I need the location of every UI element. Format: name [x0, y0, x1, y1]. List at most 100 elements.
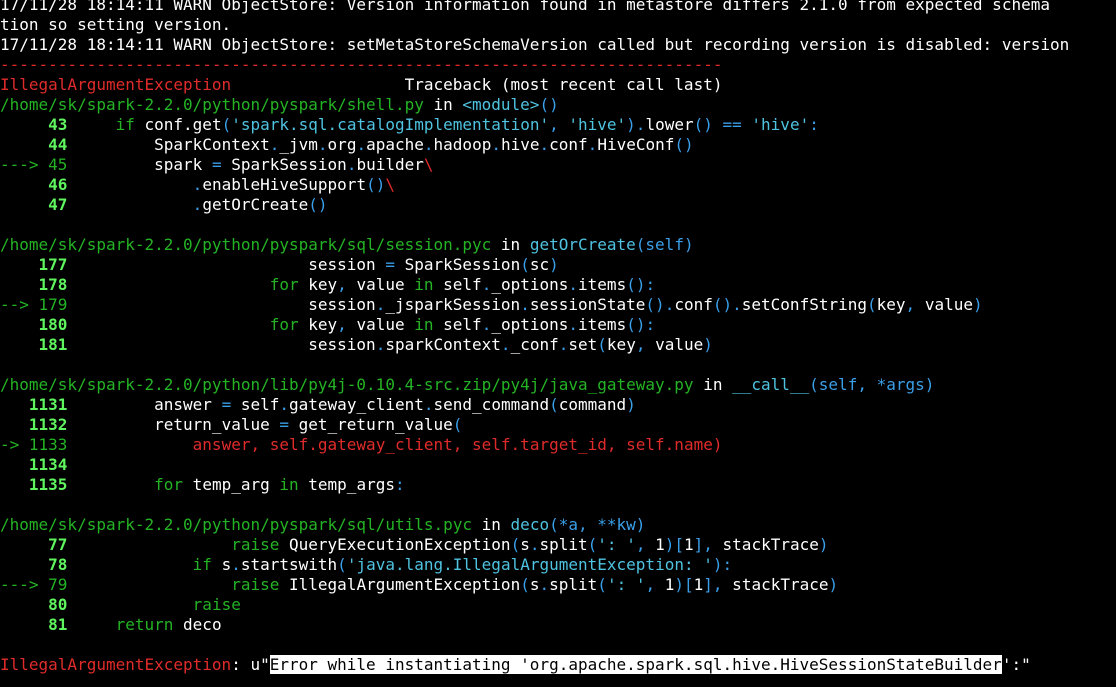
terminal-text: value — [645, 335, 704, 354]
terminal-text: (). — [645, 295, 675, 314]
terminal-text: . — [375, 335, 386, 354]
terminal-text: split — [539, 535, 588, 554]
terminal-line: 17/11/28 18:14:11 WARN ObjectStore: Vers… — [0, 0, 1116, 15]
terminal-text: () — [539, 95, 559, 114]
terminal-text: ( — [520, 255, 530, 274]
terminal-text: Traceback (most recent call last) — [231, 75, 723, 94]
terminal-text: ( — [510, 535, 521, 554]
terminal-text: ---> 45 — [0, 155, 68, 174]
terminal-text: . — [558, 335, 569, 354]
terminal-text: items — [578, 275, 627, 294]
terminal-line: IllegalArgumentException: u"Error while … — [0, 655, 1116, 675]
terminal-text: in — [472, 515, 511, 534]
terminal-text: sparkContext — [385, 335, 501, 354]
terminal-text: 181 — [0, 335, 68, 354]
terminal-text: ( — [520, 575, 530, 594]
terminal-line: 43 if conf.get('spark.sql.catalogImpleme… — [0, 115, 1116, 135]
terminal-text: conf — [549, 135, 588, 154]
terminal-output[interactable]: 17/11/28 18:14:11 WARN ObjectStore: Vers… — [0, 0, 1116, 675]
terminal-text: IllegalArgumentException — [0, 75, 232, 94]
terminal-text: if — [115, 115, 135, 134]
terminal-text: ) — [626, 395, 636, 414]
terminal-text: _conf — [510, 335, 559, 354]
terminal-text: . — [539, 575, 550, 594]
terminal-line: 177 session = SparkSession(sc) — [0, 255, 1116, 275]
terminal-text: IllegalArgumentException — [0, 655, 232, 674]
terminal-text: . — [346, 155, 357, 174]
terminal-text: ( — [549, 395, 559, 414]
terminal-text: temp_args — [298, 475, 395, 494]
terminal-text: () — [693, 115, 713, 134]
terminal-text: get_return_value — [289, 415, 453, 434]
terminal-text: ( — [221, 115, 232, 134]
terminal-text: /home/sk/spark-2.2.0/python/pyspark/shel… — [0, 95, 424, 114]
terminal-text: 47 — [0, 195, 68, 214]
terminal-text: self — [433, 315, 482, 334]
terminal-text: items — [578, 315, 627, 334]
terminal-text: session — [67, 255, 386, 274]
terminal-text: 180 — [0, 315, 68, 334]
terminal-text: IllegalArgumentException — [279, 575, 521, 594]
terminal-text: SparkSession — [394, 255, 521, 274]
terminal-text: . — [231, 555, 241, 574]
terminal-text: . — [423, 395, 434, 414]
terminal-text: == — [712, 115, 752, 134]
terminal-line: /home/sk/spark-2.2.0/python/lib/py4j-0.1… — [0, 375, 1116, 395]
terminal-text: tion so setting version. — [0, 15, 232, 34]
terminal-text: set — [568, 335, 598, 354]
terminal-text: 1131 — [0, 395, 68, 414]
terminal-text: 17/11/28 18:14:11 WARN ObjectStore: setM… — [0, 35, 1070, 54]
terminal-text: conf — [674, 295, 713, 314]
terminal-text: 1134 — [0, 455, 68, 474]
terminal-text: , — [337, 275, 347, 294]
terminal-text: in — [279, 475, 299, 494]
terminal-text: hadoop — [433, 135, 492, 154]
terminal-text: : — [394, 475, 405, 494]
terminal-text: answer — [67, 395, 222, 414]
terminal-text: 17/11/28 18:14:11 WARN ObjectStore: Vers… — [0, 0, 1050, 14]
terminal-text: ': ' — [597, 535, 636, 554]
terminal-text: . — [192, 195, 203, 214]
terminal-text: ----------------------------------------… — [0, 55, 723, 74]
terminal-text: SparkSession — [221, 155, 347, 174]
terminal-text: _options — [491, 275, 569, 294]
terminal-text: lower — [645, 115, 694, 134]
terminal-text: 44 — [0, 135, 68, 154]
terminal-text: <module> — [462, 95, 540, 114]
terminal-line: ---> 45 spark = SparkSession.builder\ — [0, 155, 1116, 175]
terminal-text: /home/sk/spark-2.2.0/python/pyspark/sql/… — [0, 235, 492, 254]
terminal-text: stackTrace — [712, 535, 819, 554]
terminal-text: raise — [231, 575, 280, 594]
terminal-text: ], — [693, 535, 713, 554]
terminal-text: stackTrace — [722, 575, 829, 594]
terminal-line: tion so setting version. — [0, 15, 1116, 35]
terminal-text: return_value — [67, 415, 280, 434]
terminal-text: : u" — [231, 655, 270, 674]
terminal-line: 1135 for temp_arg in temp_args: — [0, 475, 1116, 495]
terminal-text: 'hive' — [568, 115, 627, 134]
terminal-text: for — [154, 475, 184, 494]
terminal-text: . — [269, 135, 280, 154]
terminal-text: _jvm — [279, 135, 318, 154]
terminal-text: key — [298, 315, 338, 334]
terminal-text: ( — [597, 575, 607, 594]
terminal-text: self — [433, 275, 482, 294]
terminal-text: 1132 — [0, 415, 68, 434]
terminal-text: QueryExecutionException — [279, 535, 511, 554]
terminal-text: = — [279, 415, 289, 434]
terminal-text: s — [520, 535, 530, 554]
terminal-text: conf.get — [134, 115, 222, 134]
terminal-text: (self, *args) — [809, 375, 935, 394]
terminal-text: hive — [500, 135, 540, 154]
terminal-text: ( — [587, 535, 598, 554]
terminal-text: /home/sk/spark-2.2.0/python/lib/py4j-0.1… — [0, 375, 694, 394]
terminal-text: (): — [626, 275, 656, 294]
terminal-text: . — [520, 295, 530, 314]
